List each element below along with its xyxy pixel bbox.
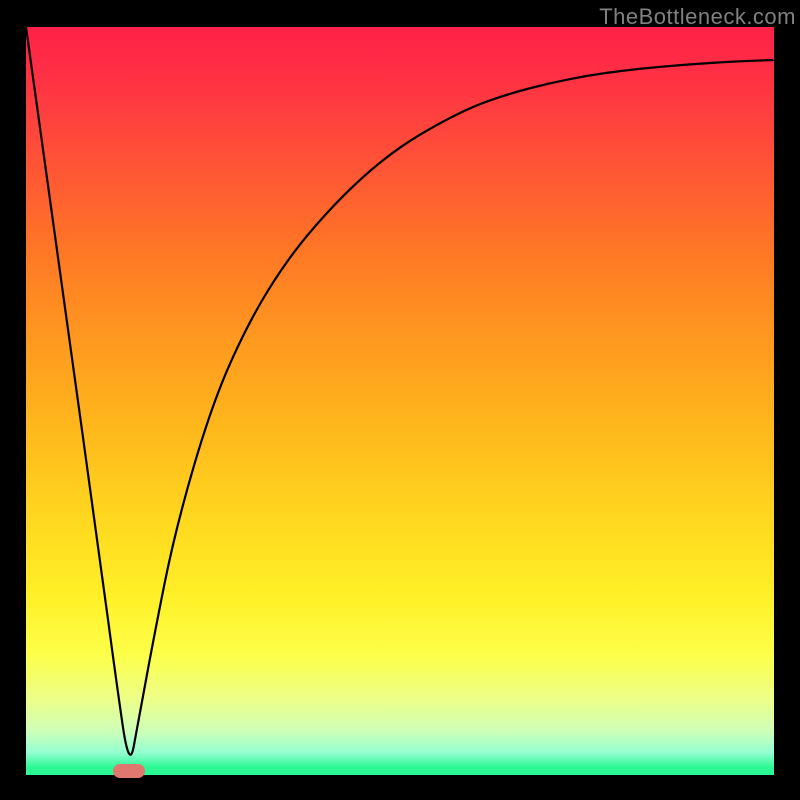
curve-svg xyxy=(26,27,774,775)
chart-container: TheBottleneck.com xyxy=(0,0,800,800)
bottleneck-curve xyxy=(26,27,774,755)
plot-area xyxy=(26,27,774,775)
